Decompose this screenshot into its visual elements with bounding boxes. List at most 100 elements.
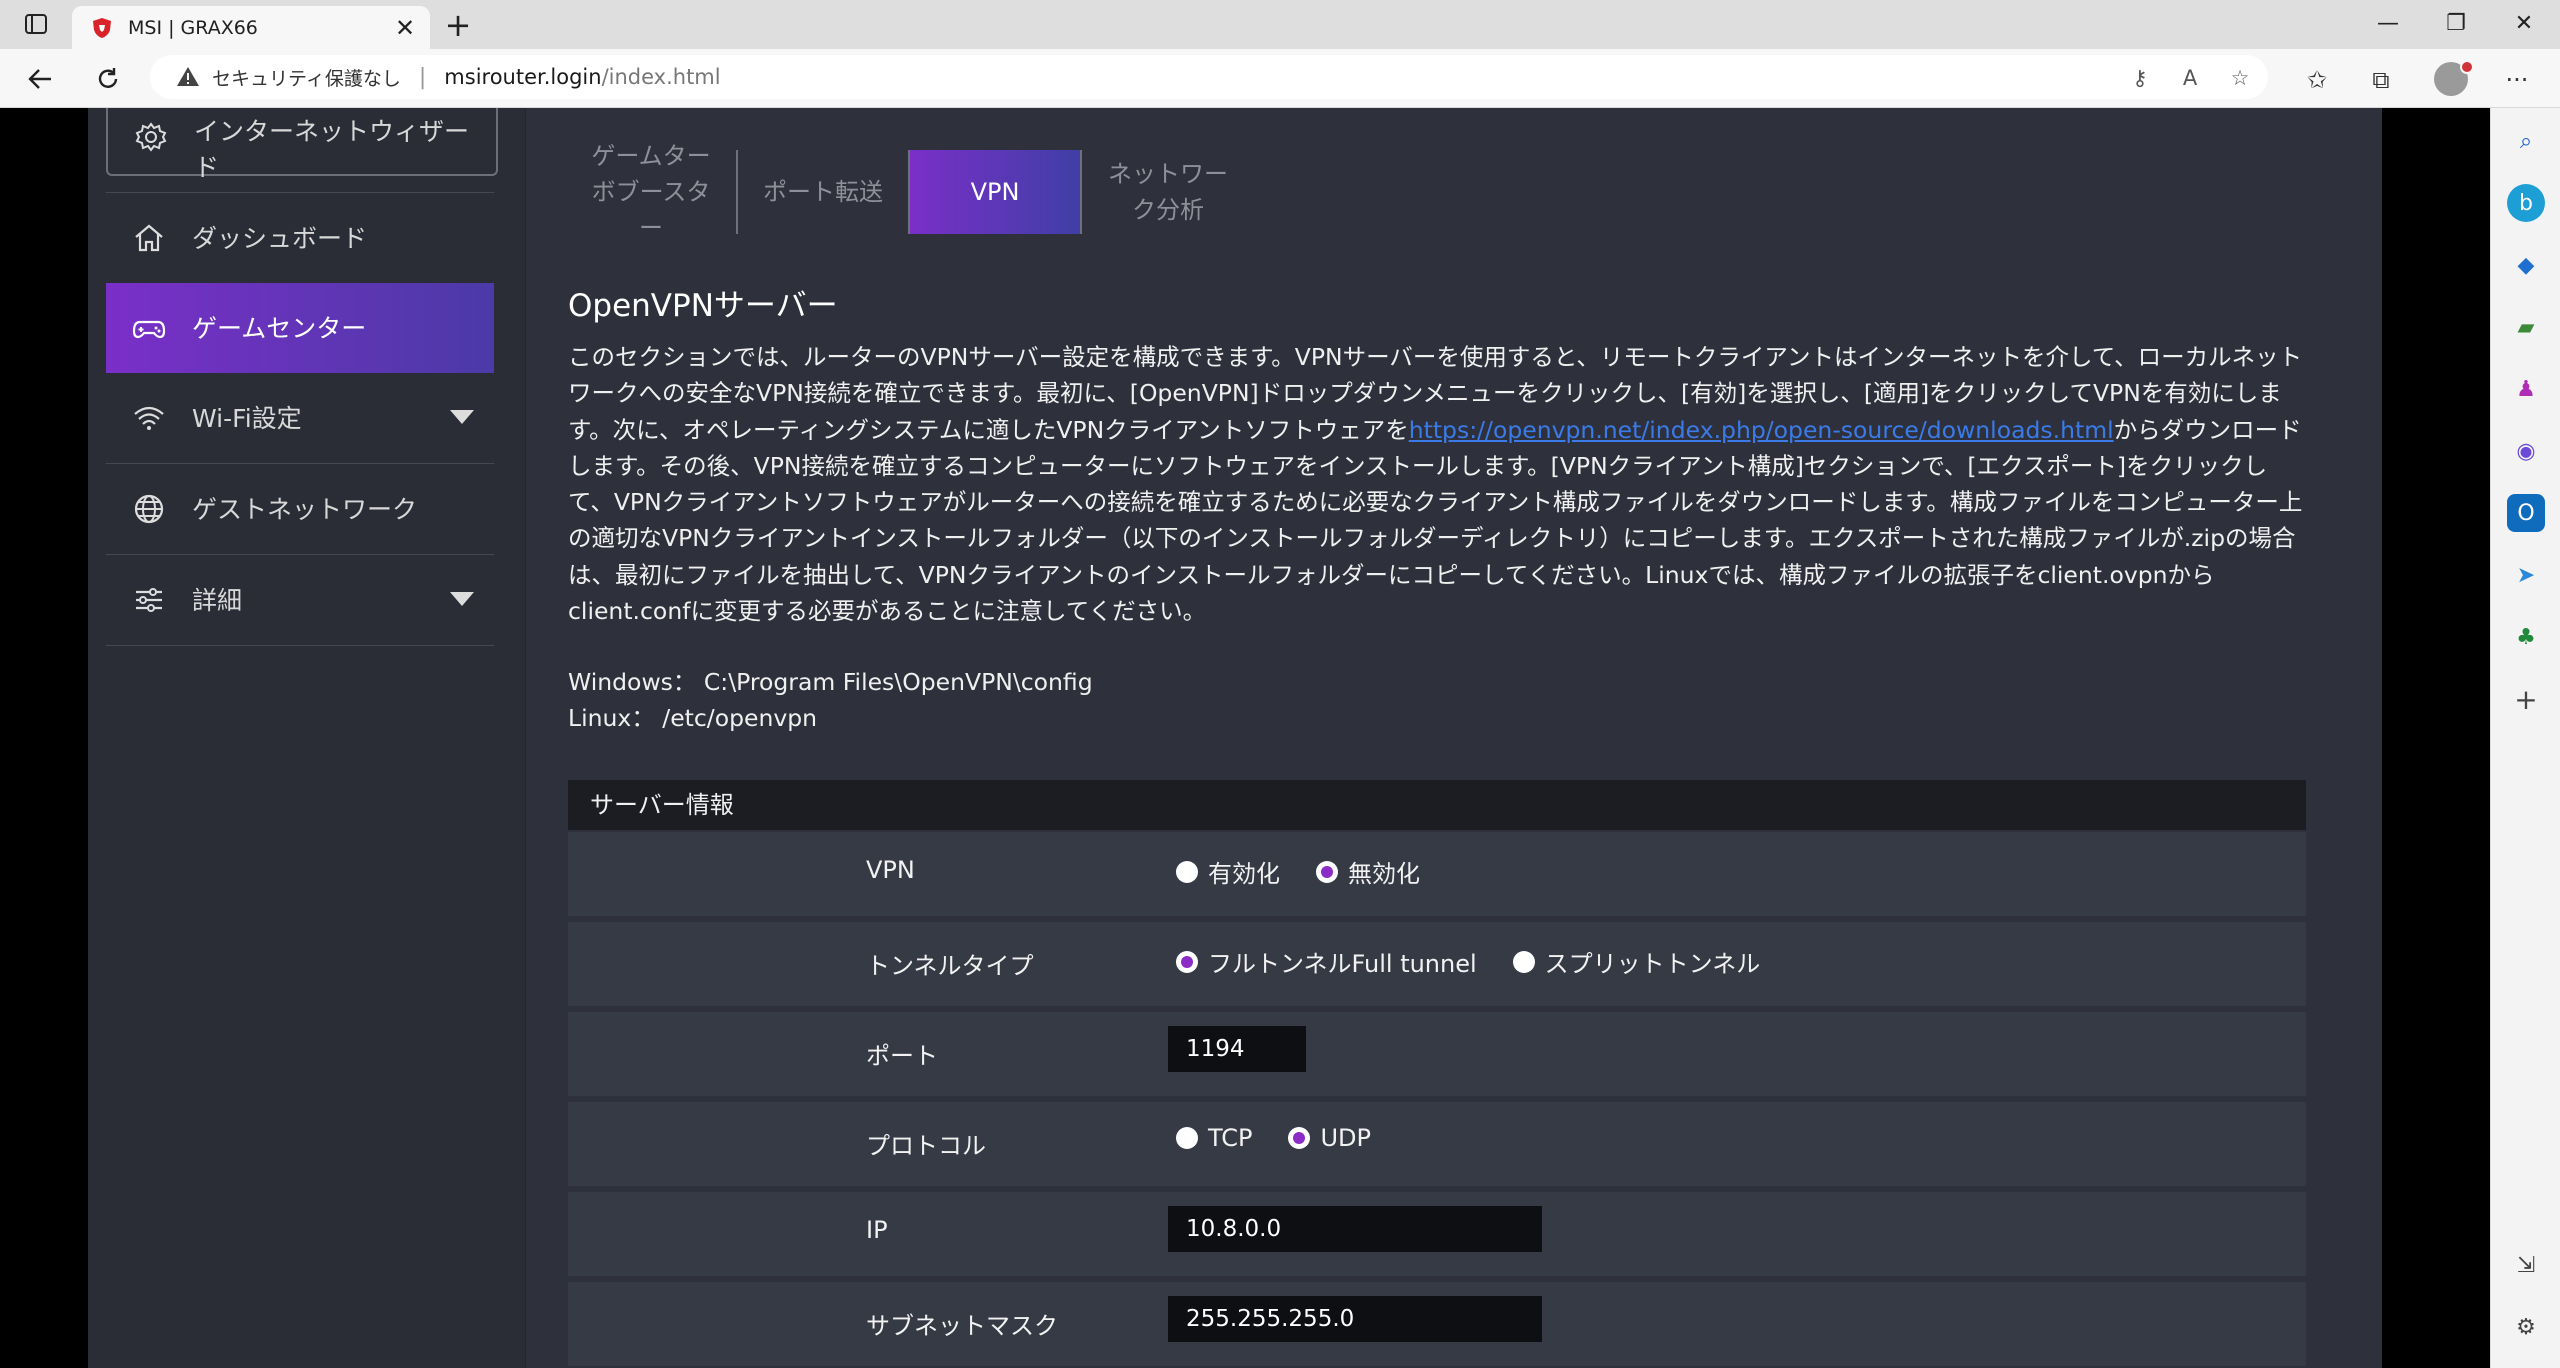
home-icon [135,224,163,252]
close-window-button[interactable]: ✕ [2494,8,2554,38]
tab-title: MSI | GRAX66 [128,16,258,39]
more-menu-button[interactable]: ··· [2500,63,2534,97]
add-icon[interactable]: + [2507,680,2545,718]
vpn-enable-label[interactable]: 有効化 [1208,854,1280,889]
refresh-button[interactable] [90,61,126,97]
tab-port-forwarding[interactable]: ポート転送 [738,150,910,234]
openvpn-download-link[interactable]: https://openvpn.net/index.php/open-sourc… [1409,416,2114,444]
linux-path: Linux： /etc/openvpn [568,704,818,732]
add-favorite-icon[interactable]: ☆ [2226,64,2254,92]
udp-radio[interactable] [1288,1127,1311,1149]
url-host: msirouter.login [444,65,602,89]
edge-sidebar: ⌕ b ◆ ▰ ♟ ◉ O ➤ ♣ + ⇲ ⚙ [2490,108,2560,1368]
sliders-icon [136,588,162,612]
vpn-disable-label[interactable]: 無効化 [1348,854,1420,889]
split-tunnel-label[interactable]: スプリットトンネル [1545,944,1761,979]
bing-icon[interactable]: b [2507,184,2545,222]
sidebar-item-label: 詳細 [192,586,243,615]
msi-shield-icon [93,17,111,38]
tab-game-turbo-booster[interactable]: ゲームターボブースター [566,142,738,242]
router-app: インターネットウィザード ダッシュボード ゲームセンター Wi-Fi設定 ゲスト… [88,108,2382,1368]
page-viewport: インターネットウィザード ダッシュボード ゲームセンター Wi-Fi設定 ゲスト… [0,108,2490,1368]
tcp-label[interactable]: TCP [1208,1124,1252,1152]
globe-icon [134,494,164,524]
refresh-icon [98,68,118,88]
sidebar-item-dashboard[interactable]: ダッシュボード [106,193,494,284]
sidebar-item-label: ゲームセンター [192,314,367,343]
sidebar-item-wifi[interactable]: Wi-Fi設定 [106,373,494,464]
gamepad-icon [132,320,166,339]
url-path: /index.html [601,65,721,89]
tab-vpn[interactable]: VPN [910,150,1082,234]
protocol-radio-group: TCP UDP [1176,1124,1407,1152]
sidebar-dock-icon[interactable]: ⇲ [2507,1246,2545,1284]
protocol-row: プロトコル TCP UDP [568,1102,2306,1186]
tab-actions-button[interactable] [16,10,56,38]
vpn-row: VPN 有効化 無効化 [568,832,2306,916]
vpn-enable-radio[interactable] [1176,860,1198,883]
gear-icon [135,122,167,152]
browser-tab[interactable]: MSI | GRAX66 ✕ [72,6,430,49]
tunnel-radio-group: フルトンネルFull tunnel スプリットトンネル [1176,944,1796,979]
sidebar-item-label: ゲストネットワーク [192,495,418,524]
send-icon[interactable]: ➤ [2507,556,2545,594]
sidebar-item-game-center[interactable]: ゲームセンター [106,283,494,373]
sidebar-item-label: Wi-Fi設定 [192,404,302,433]
subnet-label: サブネットマスク [866,1312,1058,1340]
read-aloud-icon[interactable]: A [2176,64,2204,92]
key-icon[interactable]: ⚷ [2126,64,2154,92]
chevron-down-icon[interactable] [450,592,474,606]
udp-label[interactable]: UDP [1320,1124,1371,1152]
tree-icon[interactable]: ♣ [2507,618,2545,656]
internet-wizard-button[interactable]: インターネットウィザード [106,108,498,182]
subnet-input[interactable]: 255.255.255.0 [1168,1296,1542,1342]
collections-button[interactable]: ⧉ [2364,63,2398,97]
subnet-row: サブネットマスク 255.255.255.0 [568,1282,2306,1366]
tunnel-type-row: トンネルタイプ フルトンネルFull tunnel スプリットトンネル [568,922,2306,1006]
tab-network-analysis[interactable]: ネットワーク分析 [1082,150,1254,234]
vpn-disable-radio[interactable] [1316,860,1338,883]
url-actions: ⚷ A ☆ [2126,64,2254,92]
tools-icon[interactable]: ▰ [2507,308,2545,346]
vpn-description: このセクションでは、ルーターのVPNサーバー設定を構成できます。VPNサーバーを… [568,339,2308,629]
sidebar-item-guest-network[interactable]: ゲストネットワーク [106,464,494,555]
wizard-label: インターネットウィザード [194,117,470,182]
port-input[interactable]: 1194 [1168,1026,1306,1072]
sidebar-item-advanced[interactable]: 詳細 [106,555,494,646]
split-tunnel-radio[interactable] [1512,950,1535,973]
new-tab-button[interactable]: + [440,6,476,44]
tcp-radio[interactable] [1176,1127,1198,1149]
port-row: ポート 1194 [568,1012,2306,1096]
tunnel-type-label: トンネルタイプ [866,952,1034,980]
sidebar-item-label: ダッシュボード [192,224,368,253]
ip-label: IP [866,1216,888,1244]
vpn-radio-group: 有効化 無効化 [1176,854,1456,889]
url-bar[interactable]: セキュリティ保護なし | msirouter.login /index.html… [150,55,2268,99]
notification-dot [2460,60,2474,74]
office-icon[interactable]: ◉ [2507,432,2545,470]
full-tunnel-label[interactable]: フルトンネルFull tunnel [1208,944,1477,979]
minimize-button[interactable]: — [2358,8,2418,38]
config-paths: Windows： C:\Program Files\OpenVPN\config… [568,664,1093,736]
ip-row: IP 10.8.0.0 [568,1192,2306,1276]
ip-input[interactable]: 10.8.0.0 [1168,1206,1542,1252]
arrow-left-icon [28,69,51,89]
shopping-tag-icon[interactable]: ◆ [2507,246,2545,284]
outlook-icon[interactable]: O [2507,494,2545,532]
restore-button[interactable]: ❐ [2426,8,2486,38]
favorites-button[interactable]: ✩ [2300,63,2334,97]
back-button[interactable] [22,61,58,97]
tab-close-icon[interactable]: ✕ [392,14,418,42]
chevron-down-icon[interactable] [450,410,474,424]
settings-gear-icon[interactable]: ⚙ [2507,1308,2545,1346]
games-icon[interactable]: ♟ [2507,370,2545,408]
page-title: OpenVPNサーバー [568,288,838,324]
description-text-2: からダウンロードします。その後、VPN接続を確立するコンピューターにソフトウェア… [568,415,2303,626]
main-content: ゲームターボブースター ポート転送 VPN ネットワーク分析 OpenVPNサー… [526,108,2382,1368]
favorites-icon: ✩ [2306,66,2328,94]
browser-tab-bar: MSI | GRAX66 ✕ + — ❐ ✕ [0,0,2560,49]
search-icon[interactable]: ⌕ [2507,122,2545,160]
wifi-icon [134,406,164,430]
full-tunnel-radio[interactable] [1176,950,1198,973]
protocol-label: プロトコル [866,1132,986,1160]
